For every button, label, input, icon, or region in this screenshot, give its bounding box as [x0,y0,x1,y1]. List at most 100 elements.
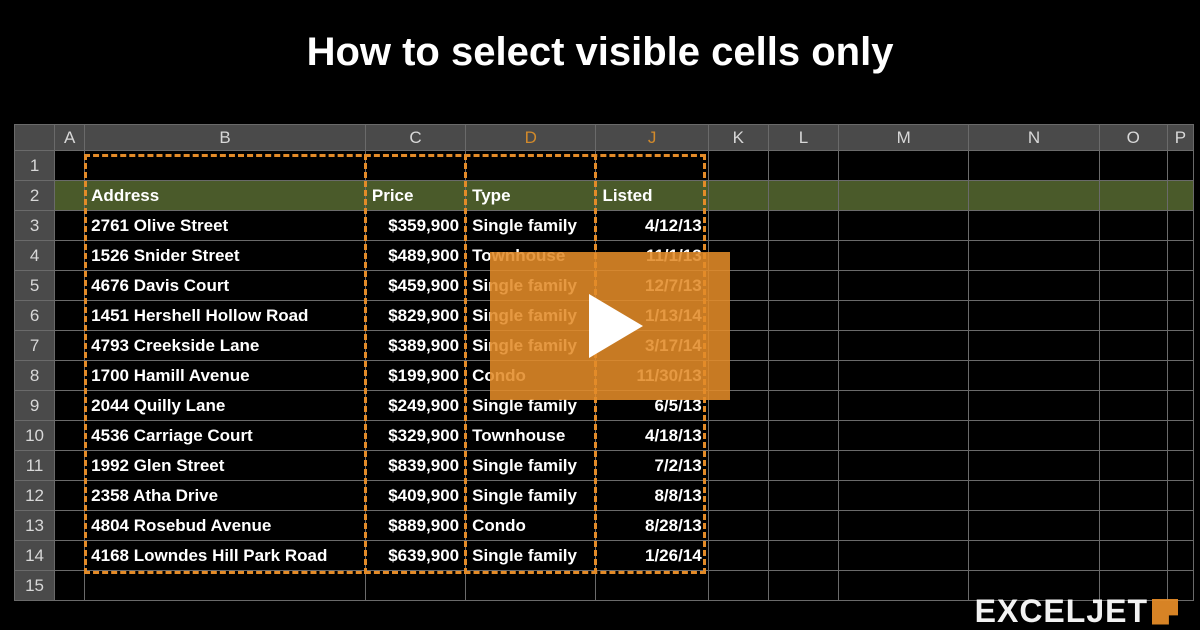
cell[interactable] [55,541,85,571]
cell[interactable] [969,181,1099,211]
row-header[interactable]: 13 [15,511,55,541]
cell[interactable]: Listed [596,181,708,211]
cell[interactable]: $359,900 [365,211,465,241]
cell[interactable] [839,301,969,331]
cell[interactable] [1167,511,1193,541]
cell[interactable] [55,571,85,601]
col-header-A[interactable]: A [55,125,85,151]
cell[interactable] [768,571,838,601]
row-header[interactable]: 15 [15,571,55,601]
cell[interactable] [1167,421,1193,451]
cell[interactable] [708,421,768,451]
col-header-D[interactable]: D [466,125,596,151]
cell[interactable] [1167,481,1193,511]
cell[interactable] [839,331,969,361]
cell[interactable] [768,361,838,391]
cell[interactable] [1099,151,1167,181]
col-header-L[interactable]: L [768,125,838,151]
cell[interactable] [969,151,1099,181]
cell[interactable] [466,571,596,601]
cell[interactable] [708,451,768,481]
cell[interactable] [365,571,465,601]
cell[interactable]: 2358 Atha Drive [85,481,366,511]
cell[interactable] [55,361,85,391]
cell[interactable] [969,211,1099,241]
col-header-N[interactable]: N [969,125,1099,151]
cell[interactable] [839,571,969,601]
cell[interactable] [1167,331,1193,361]
cell[interactable] [1167,211,1193,241]
cell[interactable] [1099,211,1167,241]
cell[interactable]: $409,900 [365,481,465,511]
cell[interactable]: $889,900 [365,511,465,541]
cell[interactable] [55,511,85,541]
cell[interactable] [768,271,838,301]
cell[interactable] [768,451,838,481]
cell[interactable] [708,481,768,511]
cell[interactable]: 1992 Glen Street [85,451,366,481]
row-header[interactable]: 5 [15,271,55,301]
row-header[interactable]: 11 [15,451,55,481]
cell[interactable] [1099,541,1167,571]
cell[interactable] [768,511,838,541]
cell[interactable] [969,421,1099,451]
cell[interactable] [839,451,969,481]
select-all-corner[interactable] [15,125,55,151]
row-header[interactable]: 9 [15,391,55,421]
cell[interactable] [768,331,838,361]
cell[interactable]: $639,900 [365,541,465,571]
cell[interactable] [969,331,1099,361]
cell[interactable] [1099,361,1167,391]
cell[interactable] [1167,541,1193,571]
row-header[interactable]: 2 [15,181,55,211]
row-header[interactable]: 1 [15,151,55,181]
cell[interactable] [708,541,768,571]
cell[interactable]: 4/18/13 [596,421,708,451]
row-header[interactable]: 10 [15,421,55,451]
play-button[interactable] [490,252,730,400]
cell[interactable]: 2761 Olive Street [85,211,366,241]
cell[interactable] [768,181,838,211]
cell[interactable] [708,211,768,241]
cell[interactable] [1099,331,1167,361]
cell[interactable]: 1700 Hamill Avenue [85,361,366,391]
cell[interactable] [55,391,85,421]
cell[interactable] [839,421,969,451]
cell[interactable] [1167,301,1193,331]
cell[interactable] [1167,241,1193,271]
cell[interactable] [85,571,366,601]
cell[interactable]: 4/12/13 [596,211,708,241]
row-header[interactable]: 7 [15,331,55,361]
cell[interactable] [55,301,85,331]
cell[interactable] [839,211,969,241]
cell[interactable]: Single family [466,541,596,571]
cell[interactable] [969,301,1099,331]
col-header-C[interactable]: C [365,125,465,151]
cell[interactable] [969,391,1099,421]
cell[interactable]: 4536 Carriage Court [85,421,366,451]
cell[interactable] [839,391,969,421]
cell[interactable]: 8/28/13 [596,511,708,541]
cell[interactable] [55,481,85,511]
cell[interactable]: 4804 Rosebud Avenue [85,511,366,541]
col-header-M[interactable]: M [839,125,969,151]
cell[interactable]: Address [85,181,366,211]
col-header-P[interactable]: P [1167,125,1193,151]
cell[interactable]: 1526 Snider Street [85,241,366,271]
cell[interactable]: Condo [466,511,596,541]
cell[interactable] [55,421,85,451]
cell[interactable]: Single family [466,211,596,241]
cell[interactable]: Townhouse [466,421,596,451]
cell[interactable] [969,451,1099,481]
cell[interactable] [839,361,969,391]
cell[interactable]: 8/8/13 [596,481,708,511]
row-header[interactable]: 6 [15,301,55,331]
cell[interactable]: $389,900 [365,331,465,361]
cell[interactable] [1167,271,1193,301]
cell[interactable] [55,331,85,361]
row-header[interactable]: 8 [15,361,55,391]
cell[interactable] [768,301,838,331]
cell[interactable] [839,511,969,541]
cell[interactable]: $829,900 [365,301,465,331]
cell[interactable] [839,541,969,571]
